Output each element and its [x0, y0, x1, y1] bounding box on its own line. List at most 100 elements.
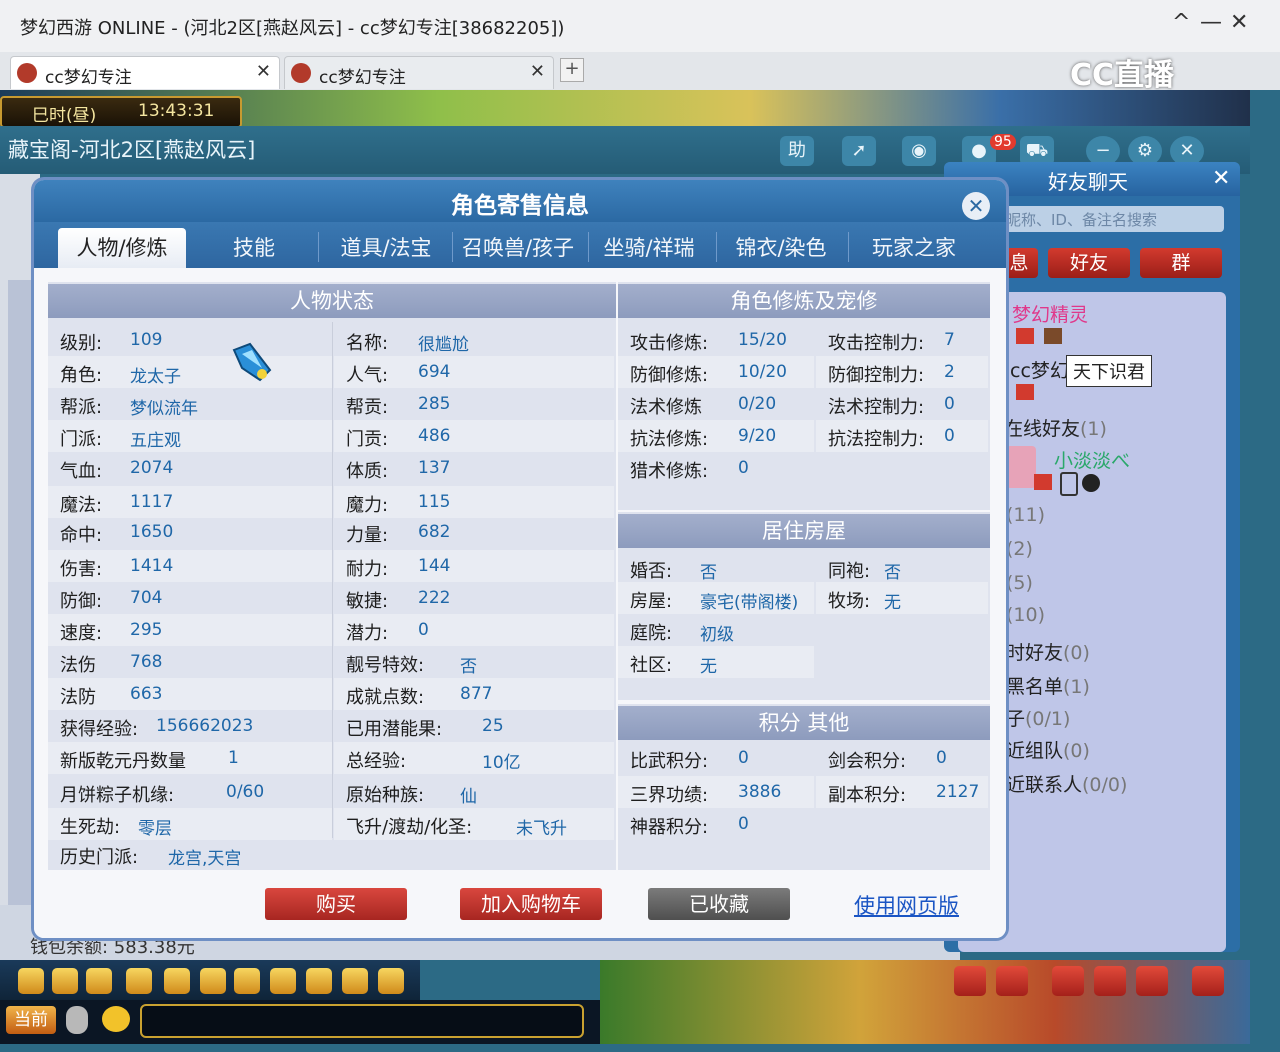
group-temp-friends[interactable]: 时好友(0) — [1006, 638, 1090, 665]
tab-outfits[interactable]: 锦衣/染色 — [718, 228, 844, 268]
field-label: 月饼粽子机缘: — [60, 785, 175, 806]
move-icon[interactable] — [126, 968, 152, 994]
tab-close-icon[interactable]: ✕ — [256, 61, 271, 82]
cultivation-row: 抗法控制力: 0 — [816, 420, 988, 452]
tab-home[interactable]: 玩家之家 — [852, 228, 976, 268]
lock-icon[interactable] — [234, 968, 260, 994]
minimize-button[interactable]: — — [1200, 10, 1222, 35]
tab-groups[interactable]: 群 — [1140, 248, 1222, 278]
score-row: 比武积分: 0 — [618, 742, 814, 774]
group-label: 黑名单 — [1006, 676, 1064, 698]
group-count: (0/1) — [1025, 708, 1071, 730]
speech-icon[interactable] — [306, 968, 332, 994]
arrow-down-icon[interactable] — [86, 968, 112, 994]
group-3[interactable]: (5) — [1006, 572, 1033, 594]
group-blacklist[interactable]: 黑名单(1) — [1006, 672, 1090, 699]
tab-pets[interactable]: 召唤兽/孩子 — [454, 228, 582, 268]
add-icon[interactable] — [954, 966, 986, 996]
field-label: 速度: — [60, 623, 103, 644]
status-row: 飞升/渡劫/化圣: 未飞升 — [334, 808, 614, 840]
field-value: 768 — [130, 652, 163, 672]
tab-friends[interactable]: 好友 — [1048, 248, 1130, 278]
chat-input[interactable] — [140, 1004, 584, 1038]
field-value: 否 — [460, 657, 477, 677]
use-web-version-link[interactable]: 使用网页版 — [854, 890, 959, 920]
group-recent-team[interactable]: 近组队(0) — [1006, 736, 1090, 763]
group-label: 近组队 — [1006, 740, 1064, 762]
new-tab-button[interactable]: + — [560, 58, 584, 82]
friends-close-icon[interactable]: ✕ — [1212, 166, 1230, 191]
group-count: (10) — [1006, 604, 1046, 626]
status-row: 成就点数: 877 — [334, 678, 614, 710]
share-icon[interactable]: ➚ — [842, 136, 876, 166]
field-value: 否 — [700, 563, 717, 583]
tab-mounts[interactable]: 坐骑/祥瑞 — [590, 228, 708, 268]
tab-separator — [588, 232, 589, 262]
cultivation-row: 法术修炼 0/20 — [618, 388, 814, 420]
dropdown-icon[interactable] — [378, 968, 404, 994]
search-icon[interactable] — [996, 966, 1028, 996]
column-divider — [332, 322, 333, 838]
field-value: 222 — [418, 588, 451, 608]
field-value: 很尴尬 — [418, 335, 469, 355]
arrow-up-icon[interactable] — [52, 968, 78, 994]
tab-character[interactable]: 人物/修炼 — [58, 228, 186, 268]
field-value: 115 — [418, 492, 451, 512]
tab-items[interactable]: 道具/法宝 — [322, 228, 450, 268]
group-count: (0/0) — [1082, 774, 1128, 796]
tab-label: cc梦幻专注 — [45, 68, 132, 88]
list-icon[interactable] — [342, 968, 368, 994]
tab-close-icon[interactable]: ✕ — [530, 61, 545, 82]
arrow-left-icon[interactable] — [18, 968, 44, 994]
tab-cc-2[interactable]: cc梦幻专注 ✕ — [284, 56, 554, 89]
home-icon — [1016, 384, 1034, 400]
status-row: 帮贡: 285 — [334, 388, 614, 420]
friends-search-input[interactable]: 昵称、ID、备注名搜索 — [1000, 206, 1224, 232]
tab-skills[interactable]: 技能 — [196, 228, 312, 268]
field-label: 猎术修炼: — [630, 461, 709, 482]
field-value: 10亿 — [482, 753, 521, 773]
group-count: (5) — [1006, 572, 1033, 594]
record-icon[interactable]: ◉ — [902, 136, 936, 166]
field-value: 295 — [130, 620, 163, 640]
field-label: 抗法修炼: — [630, 429, 709, 450]
mailbox-icon[interactable] — [1094, 966, 1126, 996]
menu-icon[interactable] — [1136, 966, 1168, 996]
tab-cc-1[interactable]: cc梦幻专注 ✕ — [10, 56, 280, 89]
field-label: 攻击修炼: — [630, 333, 709, 354]
game-logo-icon — [291, 63, 311, 83]
field-label: 成就点数: — [346, 687, 425, 708]
field-label: 神器积分: — [630, 817, 709, 838]
favorited-button[interactable]: 已收藏 — [648, 888, 790, 920]
profile-icon[interactable] — [1052, 966, 1084, 996]
buy-button[interactable]: 购买 — [265, 888, 407, 920]
cc-friend-entry[interactable]: cc梦幻 — [1010, 356, 1069, 383]
field-label: 门贡: — [346, 429, 389, 450]
group-recent-contacts[interactable]: 近联系人(0/0) — [1006, 770, 1127, 797]
group-2[interactable]: (2) — [1006, 538, 1033, 560]
friend-name[interactable]: 小淡淡べ — [1054, 446, 1130, 473]
gear-icon[interactable] — [1192, 966, 1224, 996]
close-window-button[interactable]: ✕ — [1230, 10, 1248, 35]
help-button[interactable]: 助 — [780, 136, 814, 166]
current-channel-button[interactable]: 当前 — [6, 1006, 56, 1034]
emoji-icon[interactable] — [102, 1006, 130, 1032]
modal-close-button[interactable]: ✕ — [962, 192, 990, 220]
field-label: 帮派: — [60, 397, 103, 418]
status-row: 历史门派: 龙宫,天宫 — [48, 838, 332, 870]
note-icon[interactable] — [200, 968, 226, 994]
zoom-icon[interactable] — [164, 968, 190, 994]
game-clock: 巳时(昼) 13:43:31 — [0, 96, 242, 128]
online-friends-group[interactable]: 在线好友(1) — [1004, 414, 1107, 441]
status-row: 门派: 五庄观 — [48, 420, 332, 452]
expand-button[interactable]: ^ — [1172, 10, 1190, 35]
cultivation-row: 攻击修炼: 15/20 — [618, 324, 814, 356]
group-children[interactable]: 子(0/1) — [1006, 704, 1070, 731]
field-label: 防御: — [60, 591, 103, 612]
jingling-entry[interactable]: 梦幻精灵 — [1012, 300, 1088, 327]
brush-icon[interactable] — [270, 968, 296, 994]
group-1[interactable]: (11) — [1006, 504, 1045, 526]
group-4[interactable]: (10) — [1006, 604, 1045, 626]
microphone-icon[interactable] — [66, 1006, 88, 1034]
add-to-cart-button[interactable]: 加入购物车 — [460, 888, 602, 920]
